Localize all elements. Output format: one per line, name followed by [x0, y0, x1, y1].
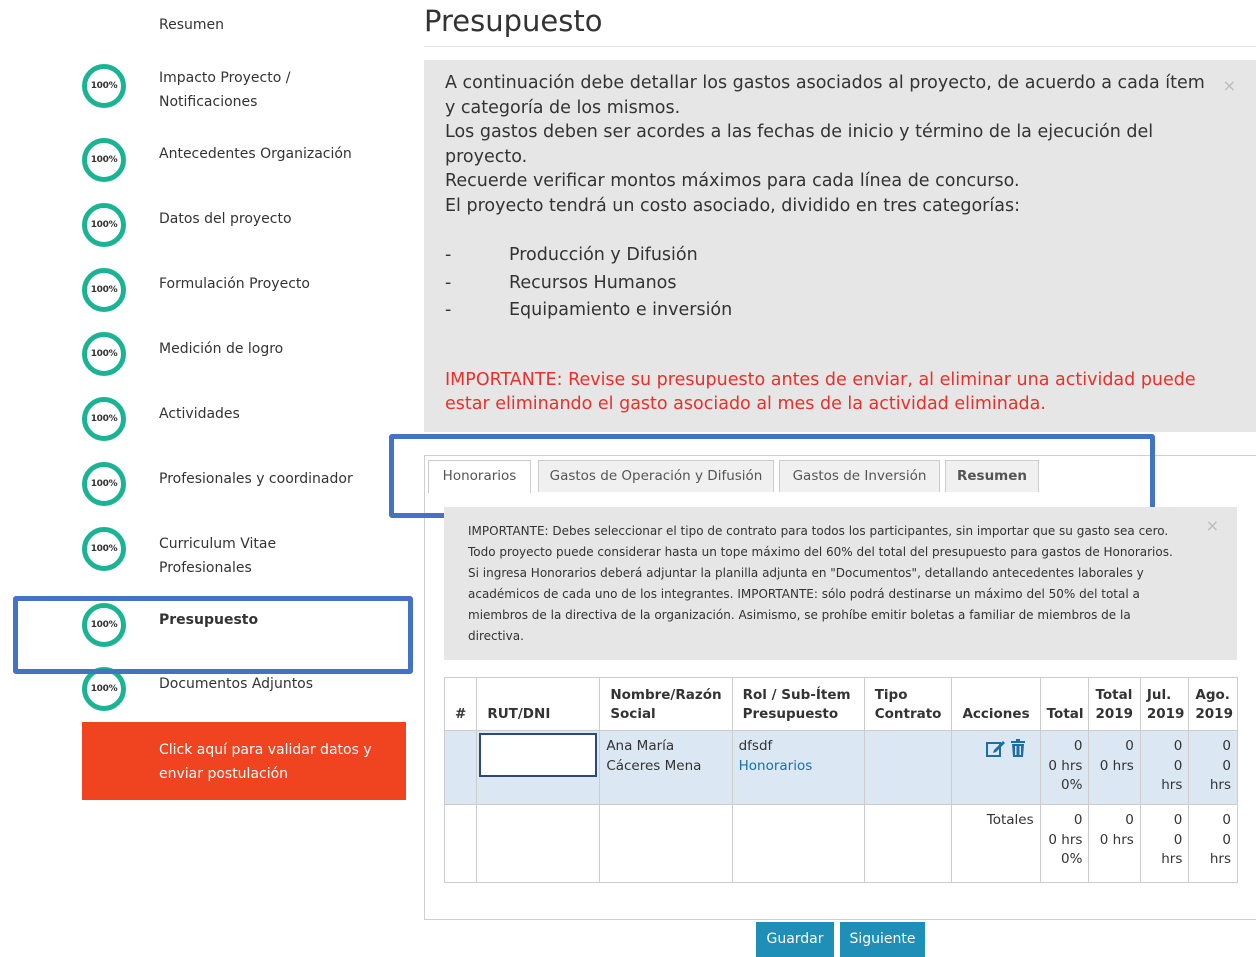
- totals-total-cell: 0 0 hrs 0%: [1039, 804, 1090, 883]
- totals-ago-cell: 0 0 hrs: [1188, 804, 1238, 883]
- ago-2019-cell: 0 0 hrs: [1188, 730, 1238, 805]
- column-header: Total: [1039, 677, 1090, 731]
- percent: 0%: [1061, 851, 1083, 867]
- progress-ring-icon: 100%: [82, 397, 126, 441]
- hours: 0 hrs: [1048, 757, 1083, 774]
- table-row: Ana María Cáceres Mena dfsdf Honorarios …: [443, 730, 1238, 805]
- hours: 0 hrs: [1048, 831, 1083, 848]
- column-header: Tipo Contrato: [863, 677, 953, 731]
- totals-2019-cell: 0 0 hrs: [1088, 804, 1141, 883]
- column-header: Rol / Sub-Ítem Presupuesto: [731, 677, 865, 731]
- total-2019-cell: 0 0 hrs: [1088, 730, 1141, 805]
- column-header: RUT/DNI: [476, 677, 601, 731]
- amount: 0: [1125, 812, 1134, 828]
- close-icon[interactable]: ×: [1223, 74, 1236, 99]
- info-text: El proyecto tendrá un costo asociado, di…: [445, 195, 1020, 216]
- row-index: [443, 730, 478, 805]
- progress-ring-icon: 100%: [82, 332, 126, 376]
- totals-row: Totales 0 0 hrs 0% 0 0 hrs 0 0 hrs 0 0 h…: [443, 804, 1238, 883]
- list-item: - Equipamiento e inversión: [445, 300, 733, 320]
- budget-table: # RUT/DNI Nombre/Razón Social Rol / Sub-…: [443, 677, 1238, 883]
- name-cell: Ana María Cáceres Mena: [599, 730, 733, 805]
- column-header: Ago. 2019: [1188, 677, 1238, 731]
- trash-icon[interactable]: [1010, 739, 1026, 764]
- hours-unit: hrs: [1161, 851, 1183, 867]
- role-text: dfsdf: [738, 738, 773, 754]
- amount: 0: [1222, 738, 1231, 754]
- active-step-highlight: [13, 596, 413, 674]
- validate-submit-button[interactable]: Click aquí para validar datos y enviar p…: [82, 722, 406, 800]
- notice-text: IMPORTANTE: Debes seleccionar el tipo de…: [468, 524, 1173, 643]
- totals-label: Totales: [951, 804, 1041, 883]
- hours-unit: hrs: [1209, 777, 1231, 793]
- column-header: Acciones: [951, 677, 1041, 731]
- subitem-link[interactable]: Honorarios: [739, 757, 858, 777]
- next-button[interactable]: Siguiente: [840, 922, 925, 957]
- sidebar-item-label: Medición de logro: [159, 341, 284, 357]
- hours: 0 hrs: [1099, 757, 1134, 774]
- hours-unit: hrs: [1209, 851, 1231, 867]
- column-header: #: [443, 677, 478, 731]
- info-alert: × A continuación debe detallar los gasto…: [424, 60, 1256, 432]
- edit-icon[interactable]: [986, 739, 1006, 764]
- hours: 0: [1173, 757, 1183, 774]
- amount: 0: [1073, 812, 1083, 828]
- warning-text: IMPORTANTE: Revise su presupuesto antes …: [445, 369, 1196, 415]
- jul-2019-cell: 0 0 hrs: [1139, 730, 1190, 805]
- sidebar-item-label: Actividades: [159, 406, 240, 422]
- totals-jul-cell: 0 0 hrs: [1139, 804, 1190, 883]
- table-header-row: # RUT/DNI Nombre/Razón Social Rol / Sub-…: [443, 677, 1238, 731]
- validate-submit-label: Click aquí para validar datos y enviar p…: [159, 742, 372, 782]
- amount: 0: [1173, 738, 1183, 754]
- sidebar-item-label: Datos del proyecto: [159, 211, 292, 227]
- sidebar-item-label: Profesionales y coordinador: [159, 471, 353, 487]
- amount: 0: [1173, 812, 1183, 828]
- amount: 0: [1073, 738, 1083, 754]
- notice-alert: × IMPORTANTE: Debes seleccionar el tipo …: [444, 507, 1237, 660]
- tabs-highlight: [389, 434, 1155, 518]
- sidebar-item-label: Antecedentes Organización: [159, 146, 352, 162]
- total-cell: 0 0 hrs 0%: [1039, 730, 1090, 805]
- hours: 0: [1173, 831, 1183, 848]
- column-header: Jul. 2019: [1139, 677, 1190, 731]
- progress-ring-icon: 100%: [82, 138, 126, 182]
- percent: 0%: [1061, 777, 1083, 793]
- progress-ring-icon: 100%: [82, 462, 126, 506]
- hours: 0: [1222, 757, 1231, 774]
- info-text: Los gastos deben ser acordes a las fecha…: [445, 122, 1154, 167]
- progress-ring-icon: 100%: [82, 64, 126, 108]
- sidebar-item-resumen[interactable]: Resumen: [159, 13, 409, 37]
- rut-input[interactable]: [479, 733, 598, 777]
- info-text: Recuerde verificar montos máximos para c…: [445, 171, 1020, 191]
- sidebar-item-label: Impacto Proyecto / Notificaciones: [159, 70, 291, 110]
- role-cell: dfsdf Honorarios: [731, 730, 865, 805]
- sidebar-item-label: Documentos Adjuntos: [159, 676, 314, 692]
- sidebar: Resumen 100% Impacto Proyecto / Notifica…: [0, 0, 420, 957]
- save-button[interactable]: Guardar: [756, 922, 834, 957]
- column-header: Nombre/Razón Social: [599, 677, 733, 731]
- sidebar-item-label: Formulación Proyecto: [159, 276, 310, 292]
- page-title: Presupuesto: [424, 4, 603, 38]
- list-item: - Producción y Difusión: [445, 245, 698, 265]
- rut-cell: [476, 730, 601, 805]
- info-text: A continuación debe detallar los gastos …: [445, 73, 1205, 118]
- contract-type-cell: [863, 730, 953, 805]
- amount: 0: [1222, 812, 1231, 828]
- column-header: Total 2019: [1088, 677, 1141, 731]
- sidebar-item-label: Curriculum Vitae Profesionales: [159, 536, 277, 576]
- progress-ring-icon: 100%: [82, 268, 126, 312]
- actions-cell: [951, 730, 1041, 805]
- amount: 0: [1125, 738, 1134, 754]
- progress-ring-icon: 100%: [82, 203, 126, 247]
- progress-ring-icon: 100%: [82, 527, 126, 571]
- hours-unit: hrs: [1161, 777, 1183, 793]
- list-item: - Recursos Humanos: [445, 272, 677, 293]
- divider: [424, 46, 1256, 47]
- close-icon[interactable]: ×: [1206, 515, 1219, 536]
- hours: 0: [1222, 831, 1231, 848]
- hours: 0 hrs: [1099, 831, 1134, 848]
